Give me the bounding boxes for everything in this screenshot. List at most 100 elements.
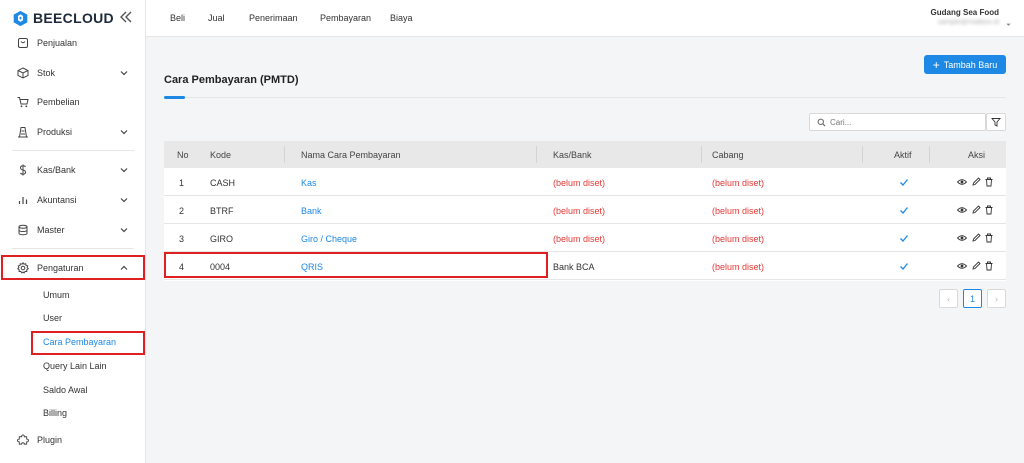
- top-bar: Beli Jual Penerimaan Pembayaran Biaya Gu…: [146, 0, 1024, 37]
- caret-down-icon[interactable]: [1005, 21, 1012, 28]
- column-separator: [536, 146, 537, 163]
- sidebar-subitem-billing[interactable]: Billing: [43, 404, 67, 422]
- search-box[interactable]: [809, 113, 986, 131]
- topnav-beli[interactable]: Beli: [170, 13, 185, 23]
- bar-chart-icon: [18, 197, 28, 204]
- header-no: No: [177, 150, 189, 160]
- chevron-down-icon: [120, 71, 128, 76]
- pagination-page-1[interactable]: 1: [963, 289, 982, 308]
- check-icon: [900, 207, 909, 214]
- add-new-button[interactable]: + Tambah Baru: [924, 55, 1006, 74]
- logo-text: BEECLOUD: [33, 10, 114, 26]
- sidebar-subitem-saldo-awal[interactable]: Saldo Awal: [43, 381, 87, 399]
- cell-nama-link[interactable]: Bank: [301, 206, 322, 216]
- check-icon: [900, 235, 909, 242]
- factory-icon: [18, 127, 28, 138]
- user-email: sample@mailbox.id: [937, 19, 999, 26]
- cube-icon: [17, 67, 29, 79]
- edit-icon[interactable]: [971, 233, 981, 243]
- check-icon: [900, 263, 909, 270]
- sidebar-item-master[interactable]: Master: [0, 218, 146, 242]
- title-accent-bar: [164, 96, 185, 99]
- highlight-box-pengaturan: [1, 255, 145, 280]
- sidebar-subitem-query-lain-lain[interactable]: Query Lain Lain: [43, 357, 107, 375]
- chevron-down-icon: [120, 228, 128, 233]
- cell-cabang: (belum diset): [712, 234, 765, 244]
- column-separator: [862, 146, 863, 163]
- cell-nama-link[interactable]: Giro / Cheque: [301, 234, 357, 244]
- table-row[interactable]: 2 BTRF Bank (belum diset) (belum diset): [164, 196, 1006, 224]
- dollar-icon: [19, 164, 27, 176]
- eye-icon[interactable]: [957, 177, 967, 187]
- receipt-icon: [18, 38, 28, 48]
- highlight-box-cara-pembayaran: [31, 331, 145, 355]
- highlight-box-qris-row: [164, 252, 548, 278]
- table-row[interactable]: 1 CASH Kas (belum diset) (belum diset): [164, 168, 1006, 196]
- trash-icon[interactable]: [984, 205, 994, 215]
- cell-cabang: (belum diset): [712, 178, 765, 188]
- collapse-sidebar-icon[interactable]: [118, 9, 134, 25]
- trash-icon[interactable]: [984, 261, 994, 271]
- table-row[interactable]: 3 GIRO Giro / Cheque (belum diset) (belu…: [164, 224, 1006, 252]
- cell-no: 1: [179, 178, 185, 188]
- cell-cabang: (belum diset): [712, 262, 765, 272]
- eye-icon[interactable]: [957, 261, 967, 271]
- sidebar-item-label: Pembelian: [37, 97, 80, 107]
- column-separator: [284, 146, 285, 163]
- sidebar-item-kasbank[interactable]: Kas/Bank: [0, 158, 146, 182]
- app-logo[interactable]: BEECLOUD: [12, 9, 114, 27]
- search-icon: [817, 118, 826, 126]
- trash-icon[interactable]: [984, 177, 994, 187]
- sidebar-item-label: Plugin: [37, 435, 63, 445]
- page-title: Cara Pembayaran (PMTD): [164, 74, 299, 86]
- edit-icon[interactable]: [971, 205, 981, 215]
- header-aksi: Aksi: [968, 150, 986, 160]
- edit-icon[interactable]: [971, 177, 981, 187]
- cell-nama-link[interactable]: Kas: [301, 178, 317, 188]
- trash-icon[interactable]: [984, 233, 994, 243]
- eye-icon[interactable]: [957, 205, 967, 215]
- sidebar-item-label: Kas/Bank: [37, 165, 76, 175]
- eye-icon[interactable]: [957, 233, 967, 243]
- cell-kode: GIRO: [210, 234, 234, 244]
- chevron-down-icon: [120, 168, 128, 173]
- database-icon: [18, 224, 28, 236]
- edit-icon[interactable]: [971, 261, 981, 271]
- topnav-penerimaan[interactable]: Penerimaan: [249, 13, 298, 23]
- sidebar-divider: [12, 150, 134, 151]
- sidebar-subitem-user[interactable]: User: [43, 309, 62, 327]
- plus-icon: +: [932, 57, 940, 72]
- column-separator: [701, 146, 702, 163]
- column-separator: [929, 146, 930, 163]
- cell-no: 3: [179, 234, 185, 244]
- sidebar-item-plugin[interactable]: Plugin: [0, 428, 146, 452]
- sidebar-item-produksi[interactable]: Produksi: [0, 120, 146, 144]
- filter-button[interactable]: [986, 113, 1006, 131]
- topnav-pembayaran[interactable]: Pembayaran: [320, 13, 371, 23]
- sidebar-item-label: Penjualan: [37, 38, 78, 48]
- sidebar-item-label: Produksi: [37, 127, 73, 137]
- chevron-down-icon: [120, 198, 128, 203]
- table-header: No Kode Nama Cara Pembayaran Kas/Bank Ca…: [164, 141, 1006, 168]
- search-input[interactable]: [830, 117, 980, 127]
- title-divider: [164, 97, 1006, 98]
- cart-icon: [17, 97, 29, 108]
- sidebar-item-stok[interactable]: Stok: [0, 61, 146, 85]
- cell-kasbank: (belum diset): [553, 178, 606, 188]
- topnav-biaya[interactable]: Biaya: [390, 13, 413, 23]
- sidebar-item-penjualan[interactable]: Penjualan: [0, 31, 146, 55]
- sidebar-item-pembelian[interactable]: Pembelian: [0, 90, 146, 114]
- chevron-down-icon: [120, 130, 128, 135]
- sidebar-item-akuntansi[interactable]: Akuntansi: [0, 188, 146, 212]
- cell-kasbank: Bank BCA: [553, 262, 595, 272]
- puzzle-icon: [17, 434, 29, 445]
- pagination-prev[interactable]: ‹: [939, 289, 958, 308]
- company-name[interactable]: Gudang Sea Food: [931, 8, 999, 17]
- cell-no: 2: [179, 206, 185, 216]
- filter-icon: [991, 118, 1001, 127]
- sidebar-subitem-umum[interactable]: Umum: [43, 286, 70, 304]
- pagination-next[interactable]: ›: [987, 289, 1006, 308]
- topnav-jual[interactable]: Jual: [208, 13, 225, 23]
- add-new-label: Tambah Baru: [943, 59, 998, 70]
- header-cabang: Cabang: [712, 150, 744, 160]
